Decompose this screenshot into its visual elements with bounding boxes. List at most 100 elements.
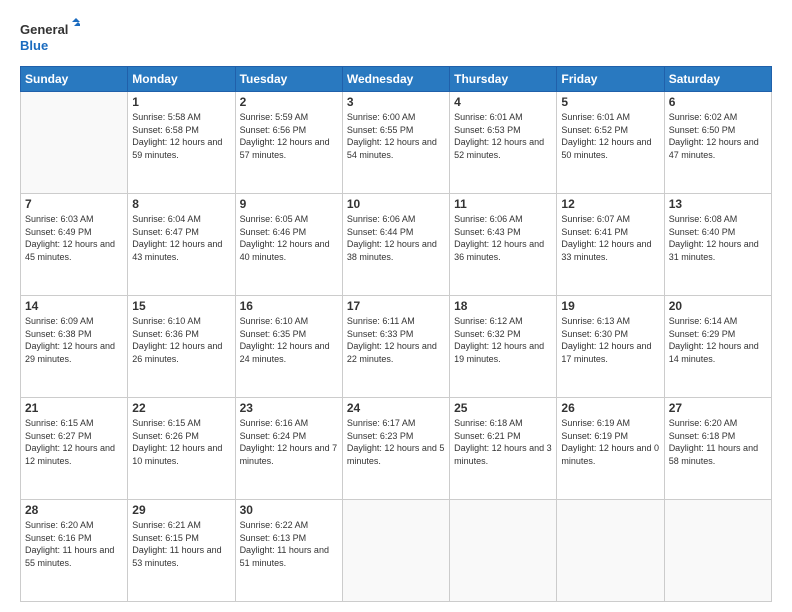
- day-number: 25: [454, 401, 552, 415]
- day-number: 12: [561, 197, 659, 211]
- day-number: 3: [347, 95, 445, 109]
- day-info: Sunrise: 6:18 AMSunset: 6:21 PMDaylight:…: [454, 417, 552, 467]
- day-number: 5: [561, 95, 659, 109]
- week-row-1: 1 Sunrise: 5:58 AMSunset: 6:58 PMDayligh…: [21, 92, 772, 194]
- weekday-header-friday: Friday: [557, 67, 664, 92]
- calendar-cell: 19 Sunrise: 6:13 AMSunset: 6:30 PMDaylig…: [557, 296, 664, 398]
- day-info: Sunrise: 6:20 AMSunset: 6:18 PMDaylight:…: [669, 417, 767, 467]
- day-info: Sunrise: 6:15 AMSunset: 6:27 PMDaylight:…: [25, 417, 123, 467]
- calendar-cell: 30 Sunrise: 6:22 AMSunset: 6:13 PMDaylig…: [235, 500, 342, 602]
- day-number: 8: [132, 197, 230, 211]
- day-info: Sunrise: 5:59 AMSunset: 6:56 PMDaylight:…: [240, 111, 338, 161]
- day-number: 17: [347, 299, 445, 313]
- day-info: Sunrise: 6:08 AMSunset: 6:40 PMDaylight:…: [669, 213, 767, 263]
- calendar-cell: 2 Sunrise: 5:59 AMSunset: 6:56 PMDayligh…: [235, 92, 342, 194]
- calendar-cell: [557, 500, 664, 602]
- day-info: Sunrise: 6:10 AMSunset: 6:35 PMDaylight:…: [240, 315, 338, 365]
- day-info: Sunrise: 6:19 AMSunset: 6:19 PMDaylight:…: [561, 417, 659, 467]
- day-info: Sunrise: 6:09 AMSunset: 6:38 PMDaylight:…: [25, 315, 123, 365]
- week-row-5: 28 Sunrise: 6:20 AMSunset: 6:16 PMDaylig…: [21, 500, 772, 602]
- calendar-cell: 18 Sunrise: 6:12 AMSunset: 6:32 PMDaylig…: [450, 296, 557, 398]
- calendar-cell: 13 Sunrise: 6:08 AMSunset: 6:40 PMDaylig…: [664, 194, 771, 296]
- day-info: Sunrise: 6:16 AMSunset: 6:24 PMDaylight:…: [240, 417, 338, 467]
- day-number: 26: [561, 401, 659, 415]
- calendar-cell: 10 Sunrise: 6:06 AMSunset: 6:44 PMDaylig…: [342, 194, 449, 296]
- day-info: Sunrise: 6:00 AMSunset: 6:55 PMDaylight:…: [347, 111, 445, 161]
- day-number: 1: [132, 95, 230, 109]
- calendar-cell: 12 Sunrise: 6:07 AMSunset: 6:41 PMDaylig…: [557, 194, 664, 296]
- day-info: Sunrise: 6:06 AMSunset: 6:44 PMDaylight:…: [347, 213, 445, 263]
- day-info: Sunrise: 6:10 AMSunset: 6:36 PMDaylight:…: [132, 315, 230, 365]
- day-number: 22: [132, 401, 230, 415]
- day-info: Sunrise: 6:06 AMSunset: 6:43 PMDaylight:…: [454, 213, 552, 263]
- week-row-2: 7 Sunrise: 6:03 AMSunset: 6:49 PMDayligh…: [21, 194, 772, 296]
- calendar-cell: 8 Sunrise: 6:04 AMSunset: 6:47 PMDayligh…: [128, 194, 235, 296]
- calendar-cell: [450, 500, 557, 602]
- calendar-cell: 11 Sunrise: 6:06 AMSunset: 6:43 PMDaylig…: [450, 194, 557, 296]
- calendar-cell: 24 Sunrise: 6:17 AMSunset: 6:23 PMDaylig…: [342, 398, 449, 500]
- header: General Blue: [20, 18, 772, 56]
- calendar-cell: 27 Sunrise: 6:20 AMSunset: 6:18 PMDaylig…: [664, 398, 771, 500]
- day-number: 21: [25, 401, 123, 415]
- day-info: Sunrise: 6:14 AMSunset: 6:29 PMDaylight:…: [669, 315, 767, 365]
- page: General Blue SundayMondayTuesdayWednesda…: [0, 0, 792, 612]
- calendar-cell: 26 Sunrise: 6:19 AMSunset: 6:19 PMDaylig…: [557, 398, 664, 500]
- logo: General Blue: [20, 18, 80, 56]
- day-number: 28: [25, 503, 123, 517]
- weekday-header-wednesday: Wednesday: [342, 67, 449, 92]
- day-number: 29: [132, 503, 230, 517]
- day-info: Sunrise: 6:11 AMSunset: 6:33 PMDaylight:…: [347, 315, 445, 365]
- day-info: Sunrise: 6:20 AMSunset: 6:16 PMDaylight:…: [25, 519, 123, 569]
- calendar-cell: 23 Sunrise: 6:16 AMSunset: 6:24 PMDaylig…: [235, 398, 342, 500]
- calendar-cell: 14 Sunrise: 6:09 AMSunset: 6:38 PMDaylig…: [21, 296, 128, 398]
- day-info: Sunrise: 6:03 AMSunset: 6:49 PMDaylight:…: [25, 213, 123, 263]
- calendar-table: SundayMondayTuesdayWednesdayThursdayFrid…: [20, 66, 772, 602]
- day-number: 24: [347, 401, 445, 415]
- week-row-4: 21 Sunrise: 6:15 AMSunset: 6:27 PMDaylig…: [21, 398, 772, 500]
- weekday-header-monday: Monday: [128, 67, 235, 92]
- weekday-header-sunday: Sunday: [21, 67, 128, 92]
- day-number: 10: [347, 197, 445, 211]
- calendar-cell: 17 Sunrise: 6:11 AMSunset: 6:33 PMDaylig…: [342, 296, 449, 398]
- weekday-header-saturday: Saturday: [664, 67, 771, 92]
- day-number: 11: [454, 197, 552, 211]
- day-number: 9: [240, 197, 338, 211]
- weekday-header-row: SundayMondayTuesdayWednesdayThursdayFrid…: [21, 67, 772, 92]
- calendar-cell: 3 Sunrise: 6:00 AMSunset: 6:55 PMDayligh…: [342, 92, 449, 194]
- day-number: 18: [454, 299, 552, 313]
- day-number: 19: [561, 299, 659, 313]
- weekday-header-thursday: Thursday: [450, 67, 557, 92]
- day-info: Sunrise: 6:17 AMSunset: 6:23 PMDaylight:…: [347, 417, 445, 467]
- calendar-cell: 9 Sunrise: 6:05 AMSunset: 6:46 PMDayligh…: [235, 194, 342, 296]
- calendar-cell: [21, 92, 128, 194]
- calendar-cell: 29 Sunrise: 6:21 AMSunset: 6:15 PMDaylig…: [128, 500, 235, 602]
- calendar-cell: 20 Sunrise: 6:14 AMSunset: 6:29 PMDaylig…: [664, 296, 771, 398]
- week-row-3: 14 Sunrise: 6:09 AMSunset: 6:38 PMDaylig…: [21, 296, 772, 398]
- calendar-cell: 6 Sunrise: 6:02 AMSunset: 6:50 PMDayligh…: [664, 92, 771, 194]
- day-info: Sunrise: 6:07 AMSunset: 6:41 PMDaylight:…: [561, 213, 659, 263]
- svg-text:Blue: Blue: [20, 38, 48, 53]
- day-number: 16: [240, 299, 338, 313]
- calendar-cell: 21 Sunrise: 6:15 AMSunset: 6:27 PMDaylig…: [21, 398, 128, 500]
- day-number: 2: [240, 95, 338, 109]
- day-info: Sunrise: 6:02 AMSunset: 6:50 PMDaylight:…: [669, 111, 767, 161]
- day-info: Sunrise: 6:05 AMSunset: 6:46 PMDaylight:…: [240, 213, 338, 263]
- day-number: 23: [240, 401, 338, 415]
- day-number: 20: [669, 299, 767, 313]
- day-info: Sunrise: 6:22 AMSunset: 6:13 PMDaylight:…: [240, 519, 338, 569]
- day-number: 15: [132, 299, 230, 313]
- day-info: Sunrise: 6:21 AMSunset: 6:15 PMDaylight:…: [132, 519, 230, 569]
- calendar-cell: 25 Sunrise: 6:18 AMSunset: 6:21 PMDaylig…: [450, 398, 557, 500]
- day-info: Sunrise: 6:15 AMSunset: 6:26 PMDaylight:…: [132, 417, 230, 467]
- calendar-cell: 4 Sunrise: 6:01 AMSunset: 6:53 PMDayligh…: [450, 92, 557, 194]
- day-info: Sunrise: 6:04 AMSunset: 6:47 PMDaylight:…: [132, 213, 230, 263]
- day-info: Sunrise: 6:12 AMSunset: 6:32 PMDaylight:…: [454, 315, 552, 365]
- day-number: 13: [669, 197, 767, 211]
- calendar-cell: [664, 500, 771, 602]
- calendar-cell: 7 Sunrise: 6:03 AMSunset: 6:49 PMDayligh…: [21, 194, 128, 296]
- day-number: 14: [25, 299, 123, 313]
- day-info: Sunrise: 6:13 AMSunset: 6:30 PMDaylight:…: [561, 315, 659, 365]
- day-number: 4: [454, 95, 552, 109]
- day-number: 7: [25, 197, 123, 211]
- svg-text:General: General: [20, 22, 68, 37]
